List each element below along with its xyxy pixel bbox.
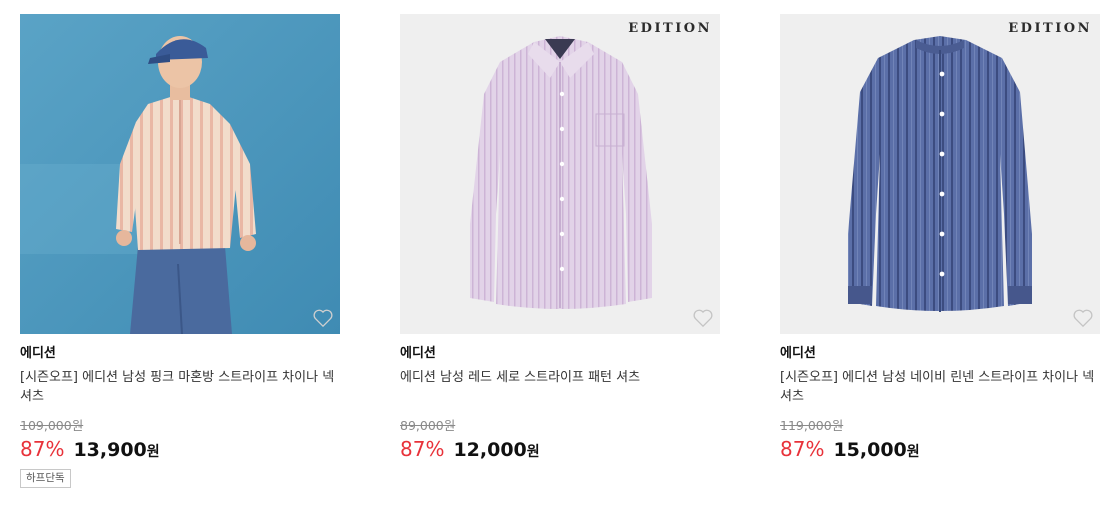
sale-price: 13,900	[73, 439, 147, 461]
product-card[interactable]: EDITION 에디션 에디션 남성 레드 세로 스트라이프 패턴 셔츠 89,…	[400, 14, 722, 465]
original-price: 109,000원	[20, 418, 84, 433]
heart-outline-icon[interactable]	[312, 308, 334, 328]
discount-rate: 87%	[780, 437, 825, 461]
product-image-lavender-shirt[interactable]: EDITION	[400, 14, 720, 334]
product-name[interactable]: 에디션 남성 레드 세로 스트라이프 패턴 셔츠	[400, 368, 722, 406]
currency-unit: 원	[526, 444, 540, 460]
product-brand[interactable]: 에디션	[20, 346, 342, 362]
edition-logo: EDITION	[628, 21, 712, 36]
product-name[interactable]: [시즌오프] 에디션 남성 네이비 린넨 스트라이프 차이나 넥 셔츠	[780, 368, 1102, 406]
price-row: 87% 12,000 원	[400, 436, 722, 465]
price-row: 87% 13,900 원	[20, 436, 342, 465]
discount-rate: 87%	[400, 437, 445, 461]
currency-unit: 원	[146, 444, 160, 460]
product-brand[interactable]: 에디션	[400, 346, 722, 362]
original-price: 119,000원	[780, 418, 844, 433]
heart-outline-icon[interactable]	[1072, 308, 1094, 328]
product-image-model-pink-shirt[interactable]	[20, 14, 340, 334]
heart-outline-icon[interactable]	[692, 308, 714, 328]
edition-logo: EDITION	[1008, 21, 1092, 36]
sale-price: 15,000	[833, 439, 907, 461]
product-brand[interactable]: 에디션	[780, 346, 1102, 362]
currency-unit: 원	[906, 444, 920, 460]
discount-rate: 87%	[20, 437, 65, 461]
product-name[interactable]: [시즌오프] 에디션 남성 핑크 마혼방 스트라이프 차이나 넥 셔츠	[20, 368, 342, 406]
sale-price: 12,000	[453, 439, 527, 461]
exclusive-badge: 하프단독	[20, 469, 71, 488]
product-image-navy-shirt[interactable]: EDITION	[780, 14, 1100, 334]
price-row: 87% 15,000 원	[780, 436, 1102, 465]
product-card[interactable]: EDITION 에디션 [시즌오프] 에디션 남성 네이비 린넨 스트라이프 차…	[780, 14, 1102, 465]
product-card[interactable]: 에디션 [시즌오프] 에디션 남성 핑크 마혼방 스트라이프 차이나 넥 셔츠 …	[20, 14, 342, 488]
original-price: 89,000원	[400, 418, 456, 433]
product-grid: 에디션 [시즌오프] 에디션 남성 핑크 마혼방 스트라이프 차이나 넥 셔츠 …	[0, 0, 1108, 514]
